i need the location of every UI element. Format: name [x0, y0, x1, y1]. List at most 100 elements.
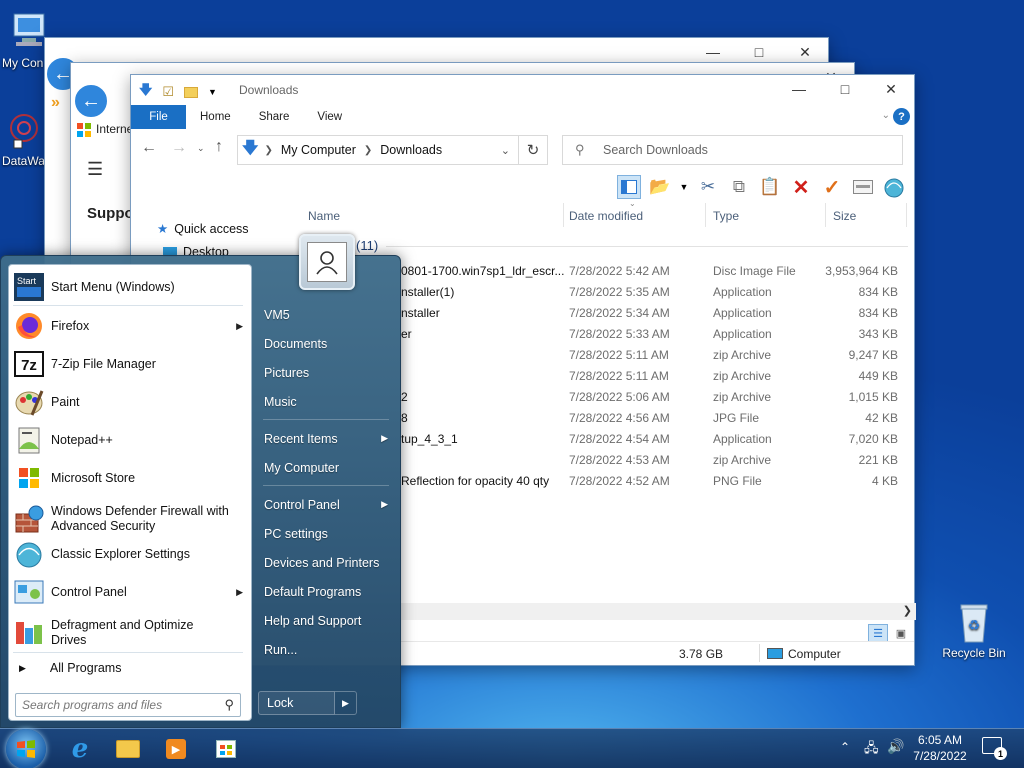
status-separator — [759, 644, 760, 662]
start-menu-place[interactable]: Default Programs — [257, 579, 392, 604]
forward-icon[interactable]: → — [171, 139, 187, 157]
program-label: Windows Defender Firewall with Advanced … — [51, 504, 229, 533]
all-programs-label: All Programs — [49, 661, 122, 675]
program-label: Defragment and Optimize Drives — [51, 618, 194, 647]
start-menu-program[interactable]: Firefox ▶ — [13, 309, 247, 343]
file-size: 834 KB — [858, 285, 898, 299]
desktop-icon-label: Recycle Bin — [942, 646, 1006, 660]
place-label: Recent Items — [264, 431, 338, 446]
copy-icon[interactable]: ⧉ — [727, 175, 751, 199]
tray-chevron-icon[interactable]: ⌃ — [840, 740, 850, 754]
maximize-icon[interactable]: □ — [822, 75, 868, 103]
start-search-input[interactable]: Search programs and files ⚲ — [15, 693, 241, 717]
close-icon[interactable]: ✕ — [868, 75, 914, 103]
lock-button[interactable]: Lock — [258, 691, 335, 715]
program-label: Paint — [51, 394, 80, 409]
search-box[interactable]: ⚲ Search Downloads — [562, 135, 903, 165]
ribbon-expand-icon[interactable]: ⌄ — [882, 110, 890, 121]
taskbar-store[interactable] — [204, 732, 248, 766]
start-menu-place[interactable]: Documents — [257, 331, 392, 356]
back-icon[interactable]: ← — [141, 139, 157, 157]
start-menu-place[interactable]: Run... — [257, 637, 392, 662]
help-icon[interactable]: ? — [893, 108, 910, 125]
taskbar-ie[interactable]: e — [58, 732, 102, 766]
clock[interactable]: 6:05 AM 7/28/2022 — [910, 732, 970, 764]
start-menu-place[interactable]: Pictures — [257, 360, 392, 385]
start-menu-place[interactable]: Devices and Printers — [257, 550, 392, 575]
start-menu-place[interactable]: Help and Support — [257, 608, 392, 633]
start-menu-program[interactable]: Notepad++ — [13, 423, 247, 457]
checkmark-icon[interactable]: ✓ — [820, 175, 844, 199]
start-menu-place[interactable]: Music — [257, 389, 392, 414]
tab-file[interactable]: File — [131, 105, 186, 129]
up-icon[interactable]: ↑ — [215, 138, 223, 156]
column-name[interactable]: Name — [308, 205, 340, 227]
volume-icon[interactable]: 🔊 — [887, 738, 904, 755]
place-label: Run... — [264, 642, 298, 657]
tab-home[interactable]: Home — [186, 105, 245, 129]
column-type[interactable]: Type — [713, 205, 739, 227]
file-name: 0801-1700.win7sp1_ldr_escr... — [401, 264, 565, 278]
delete-icon[interactable]: ✕ — [789, 175, 813, 199]
start-menu-program[interactable]: Classic Explorer Settings — [13, 537, 247, 571]
download-arrow-icon[interactable]: 🡇 — [139, 81, 152, 103]
nav-item-quick-access[interactable]: ★ Quick access — [157, 221, 249, 237]
place-label: Default Programs — [264, 584, 362, 599]
qat-dropdown-icon[interactable]: ▼ — [208, 87, 217, 97]
start-menu-program[interactable]: 7z 7-Zip File Manager — [13, 347, 247, 381]
toolbar-dropdown-icon[interactable]: ▼ — [679, 175, 689, 199]
start-menu-place[interactable]: VM5 — [257, 302, 392, 327]
taskbar-explorer[interactable] — [106, 732, 150, 766]
taskbar-media-player[interactable]: ▶ — [154, 732, 198, 766]
all-programs-button[interactable]: ▶ All Programs — [19, 657, 243, 679]
classic-toolbar: 📂 ▼ ✂ ⧉ 📋 ✕ ✓ — [617, 173, 914, 201]
refresh-icon[interactable]: ↻ — [518, 135, 548, 165]
breadcrumb-my-computer[interactable]: My Computer — [281, 143, 356, 157]
column-date[interactable]: Date modified — [569, 205, 643, 227]
start-menu-program[interactable]: Paint — [13, 385, 247, 419]
view-details-icon[interactable]: ☰ — [868, 624, 888, 642]
new-folder-icon[interactable] — [184, 86, 199, 98]
start-menu-program[interactable]: Microsoft Store — [13, 461, 247, 495]
paste-icon[interactable]: 📋 — [758, 175, 782, 199]
column-size[interactable]: Size — [833, 205, 856, 227]
submenu-arrow-icon: ▶ — [236, 586, 243, 597]
minimize-icon[interactable]: — — [776, 75, 822, 103]
cut-icon[interactable]: ✂ — [696, 175, 720, 199]
file-name: er — [401, 327, 412, 341]
tab-share[interactable]: Share — [245, 105, 304, 129]
address-dropdown-icon[interactable]: ⌄ — [501, 144, 510, 157]
group-line — [386, 246, 908, 247]
start-menu-program[interactable]: Control Panel ▶ — [13, 575, 247, 609]
properties-box-icon[interactable] — [851, 175, 875, 199]
breadcrumb-downloads[interactable]: Downloads — [380, 143, 442, 157]
tab-view[interactable]: View — [303, 105, 356, 129]
navigation-pane-icon[interactable] — [617, 175, 641, 199]
properties-icon[interactable]: ☑ — [162, 84, 174, 100]
date-modified: 7/28/2022 5:11 AM — [569, 348, 669, 362]
start-menu-place[interactable]: PC settings — [257, 521, 392, 546]
hamburger-icon[interactable]: ☰ — [87, 159, 103, 180]
scroll-right-icon[interactable]: ❯ — [903, 604, 912, 617]
start-button[interactable] — [6, 729, 46, 768]
recent-dropdown-icon[interactable]: ⌄ — [197, 143, 205, 154]
view-tiles-icon[interactable]: ▣ — [891, 624, 911, 642]
back-button-icon[interactable]: ← — [73, 83, 109, 119]
place-label: Control Panel — [264, 497, 340, 512]
network-icon[interactable]: 🖧 — [864, 739, 879, 761]
start-menu-program[interactable]: Defragment and Optimize Drives — [13, 613, 247, 653]
desktop-icon-recycle-bin[interactable]: ♻ Recycle Bin — [938, 600, 1010, 660]
folder-up-icon[interactable]: 📂 — [648, 175, 672, 199]
user-avatar[interactable] — [299, 234, 355, 290]
start-menu-program[interactable]: Windows Defender Firewall with Advanced … — [13, 499, 247, 539]
start-menu-place[interactable]: Control Panel ▶ — [257, 492, 392, 517]
notifications-icon[interactable]: 1 — [982, 737, 1007, 760]
start-menu-place[interactable]: Recent Items ▶ — [257, 426, 392, 451]
user-icon — [307, 242, 347, 282]
shell-icon[interactable] — [882, 175, 906, 199]
address-bar[interactable]: 🡇 ❯ My Computer ❯ Downloads ⌄ — [237, 135, 519, 165]
start-menu-place[interactable]: My Computer — [257, 455, 392, 480]
ie-tab-title[interactable]: Interne — [96, 122, 133, 136]
lock-options-icon[interactable]: ▶ — [335, 691, 357, 715]
start-menu-program[interactable]: Start Start Menu (Windows) — [13, 271, 247, 303]
